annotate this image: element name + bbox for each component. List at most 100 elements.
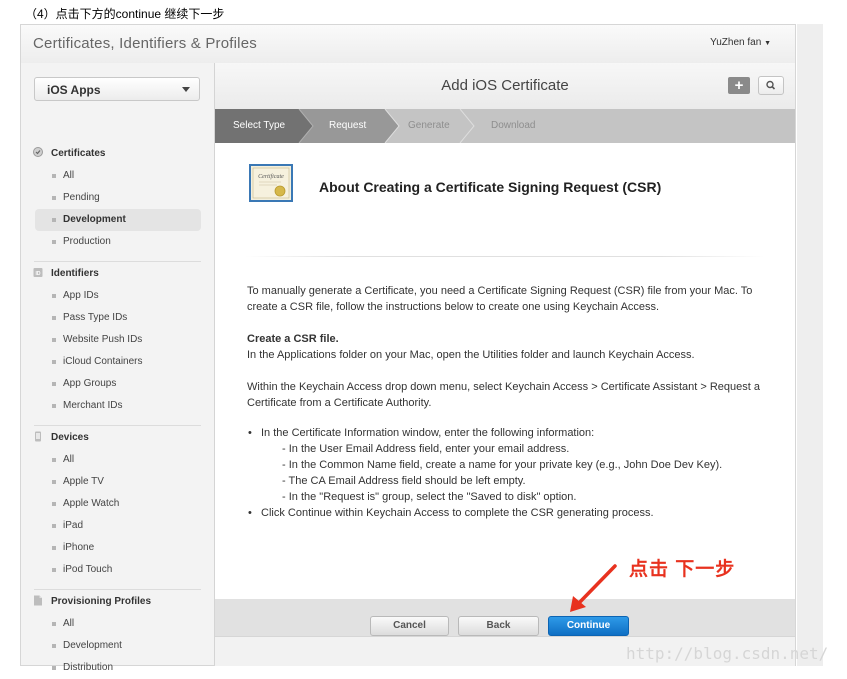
sidebar-item-label: Distribution (63, 662, 114, 673)
annotation-label: 点击 下一步 (629, 559, 736, 580)
sidebar-item-app-groups[interactable]: App Groups (35, 373, 201, 395)
sidebar: iOS Apps Certificates All Pending Develo… (21, 63, 215, 673)
user-menu[interactable]: YuZhen fan ▼ (710, 37, 771, 48)
sidebar-item-icloud-containers[interactable]: iCloud Containers (35, 351, 201, 373)
sidebar-item-apple-tv[interactable]: Apple TV (35, 471, 201, 493)
divider (34, 261, 201, 262)
sub-item: - In the Common Name field, create a nam… (282, 459, 723, 471)
bullet-click-continue: Click Continue within Keychain Access to… (248, 507, 654, 519)
content-area: Certificate About Creating a Certificate… (215, 143, 795, 599)
sidebar-item-label: iPad (63, 520, 84, 531)
bullet (52, 666, 56, 670)
step-label: Select Type (233, 120, 286, 131)
watermark: http://blog.csdn.net/ (626, 644, 829, 663)
certificate-icon (33, 147, 43, 157)
sidebar-item-devices-all[interactable]: All (35, 449, 201, 471)
bullet (52, 480, 56, 484)
sidebar-item-label: Development (63, 214, 126, 225)
bullet-certificate-info: In the Certificate Information window, e… (248, 427, 594, 439)
user-name: YuZhen fan (710, 37, 762, 48)
sidebar-item-label: iPhone (63, 542, 95, 553)
sidebar-item-label: iCloud Containers (63, 356, 143, 367)
step-progress: Select Type Request Generate Download (215, 109, 795, 143)
sidebar-item-label: Merchant IDs (63, 400, 123, 411)
sidebar-item-label: All (63, 618, 75, 629)
sidebar-item-label: Pass Type IDs (63, 312, 128, 323)
device-icon (35, 431, 41, 442)
bullet (52, 294, 56, 298)
bullet (52, 568, 56, 572)
app-title: Certificates, Identifiers & Profiles (33, 35, 257, 52)
sub-item: - In the "Request is" group, select the … (282, 491, 577, 503)
chevron-down-icon: ▼ (764, 40, 771, 47)
sidebar-item-label: All (63, 170, 75, 181)
page-title: Add iOS Certificate (441, 77, 569, 94)
sub-item: - The CA Email Address field should be l… (282, 475, 526, 487)
sidebar-item-pending[interactable]: Pending (35, 187, 201, 209)
certificate-icon: Certificate (249, 164, 293, 202)
create-csr-text: In the Applications folder on your Mac, … (247, 349, 695, 361)
sidebar-item-ipod-touch[interactable]: iPod Touch (35, 559, 201, 581)
cancel-button[interactable]: Cancel (370, 616, 449, 636)
bullet (52, 316, 56, 320)
add-button[interactable]: + (728, 77, 750, 94)
sidebar-item-merchant-ids[interactable]: Merchant IDs (35, 395, 201, 417)
sidebar-item-label: Apple TV (63, 476, 104, 487)
bullet (52, 196, 56, 200)
sidebar-item-label: All (63, 454, 75, 465)
platform-dropdown[interactable]: iOS Apps (34, 77, 200, 101)
step-label: Download (491, 120, 536, 131)
bullet (52, 404, 56, 408)
sidebar-item-label: Website Push IDs (63, 334, 143, 345)
sidebar-item-app-ids[interactable]: App IDs (35, 285, 201, 307)
page-caption: （4）点击下方的continue 继续下一步 (25, 7, 225, 21)
search-button[interactable] (758, 76, 784, 95)
sidebar-item-profiles-all[interactable]: All (35, 613, 201, 635)
svg-text:ID: ID (36, 271, 41, 277)
divider (34, 425, 201, 426)
step-download: Download (215, 109, 535, 143)
keychain-instructions: Within the Keychain Access drop down men… (247, 381, 760, 409)
bullet (52, 360, 56, 364)
bullet (52, 382, 56, 386)
plus-icon: + (734, 77, 744, 94)
sidebar-item-label: Production (63, 236, 111, 247)
search-icon (766, 80, 776, 90)
sidebar-item-label: iPod Touch (63, 564, 113, 575)
bullet (52, 458, 56, 462)
sidebar-item-pass-type-ids[interactable]: Pass Type IDs (35, 307, 201, 329)
annotation-arrow (570, 564, 617, 612)
sidebar-item-development[interactable]: Development (35, 209, 201, 231)
sidebar-item-label: App Groups (63, 378, 117, 389)
main-header: Add iOS Certificate + (215, 63, 795, 109)
certificate-icon-text: Certificate (258, 173, 284, 180)
sidebar-item-label: Apple Watch (63, 498, 120, 509)
sub-item: - In the User Email Address field, enter… (282, 443, 570, 455)
bullet (52, 524, 56, 528)
id-icon: ID (33, 268, 43, 277)
top-bar: Certificates, Identifiers & Profiles YuZ… (21, 25, 795, 64)
sidebar-item-iphone[interactable]: iPhone (35, 537, 201, 559)
sidebar-item-ipad[interactable]: iPad (35, 515, 201, 537)
divider (245, 256, 765, 257)
sidebar-item-apple-watch[interactable]: Apple Watch (35, 493, 201, 515)
sidebar-item-production[interactable]: Production (35, 231, 201, 253)
back-button[interactable]: Back (458, 616, 539, 636)
intro-text: To manually generate a Certificate, you … (247, 285, 753, 313)
sidebar-item-profiles-development[interactable]: Development (35, 635, 201, 657)
bullet (52, 622, 56, 626)
step-label: Generate (408, 120, 450, 131)
sidebar-item-label: Development (63, 640, 122, 651)
sidebar-item-label: App IDs (63, 290, 99, 301)
sidebar-item-distribution[interactable]: Distribution (35, 657, 201, 679)
bullet (52, 240, 56, 244)
create-csr-heading: Create a CSR file. (247, 333, 339, 345)
certificate-graphic: Certificate (252, 167, 290, 199)
step-label: Request (329, 120, 367, 131)
bullet (52, 502, 56, 506)
sidebar-item-website-push-ids[interactable]: Website Push IDs (35, 329, 201, 351)
divider (34, 589, 201, 590)
document-icon (34, 595, 42, 606)
sidebar-item-certificates-all[interactable]: All (35, 165, 201, 187)
sidebar-item-label: Pending (63, 192, 100, 203)
